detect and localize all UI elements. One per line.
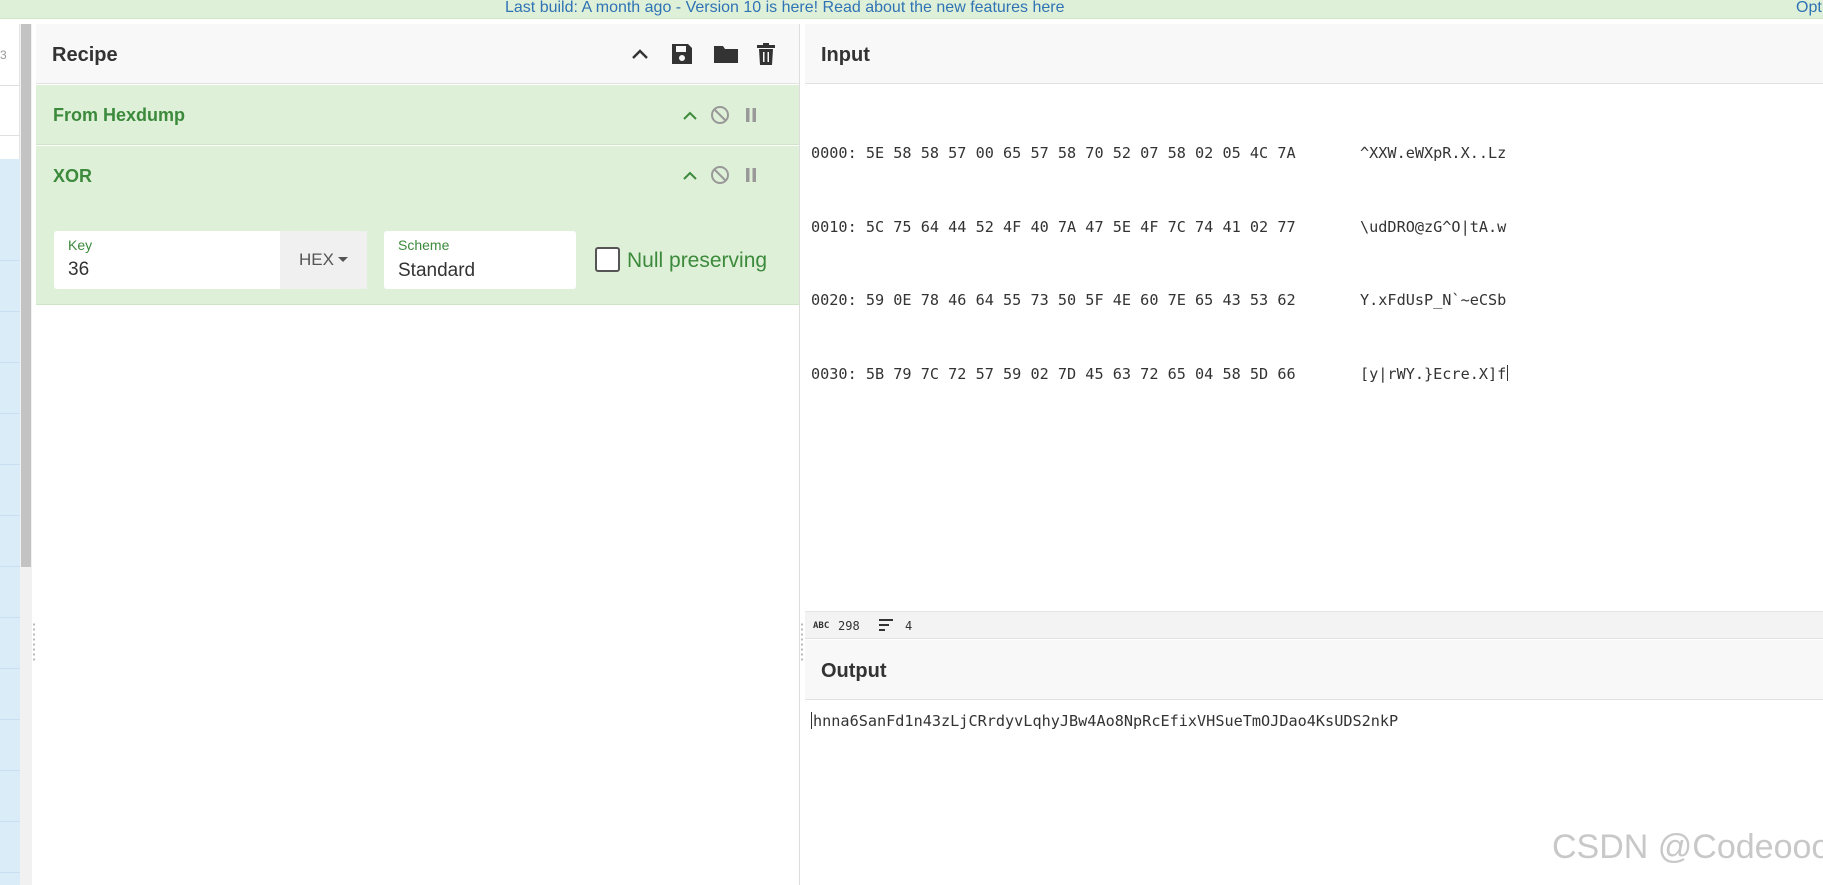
recipe-title: Recipe [52, 44, 118, 66]
null-preserving-checkbox[interactable] [595, 247, 620, 272]
collapse-all-icon[interactable] [628, 42, 652, 66]
disable-operation-icon[interactable] [709, 104, 731, 126]
notification-banner: Last build: A month ago - Version 10 is … [0, 0, 1823, 19]
input-ascii-line: ^XXW.eWXpR.X..Lz [1360, 144, 1507, 162]
scheme-label: Scheme [398, 237, 450, 253]
operations-count-partial: 3 [0, 48, 7, 62]
output-textarea[interactable]: hnna6SanFd1n43zLjCRrdyvLqhyJBw4Ao8NpRcEf… [811, 711, 1398, 731]
operations-pane-edge: 3 [0, 24, 20, 885]
output-title: Output [821, 660, 887, 682]
operations-scrollbar[interactable] [20, 24, 32, 885]
input-ascii-line: \udDRO@zG^O|tA.w [1360, 217, 1507, 236]
scheme-select[interactable]: Standard [398, 260, 475, 282]
save-icon[interactable] [670, 42, 694, 66]
banner-message-link[interactable]: Last build: A month ago - Version 10 is … [505, 0, 1064, 16]
recipe-header: Recipe [36, 24, 799, 84]
key-format-label: HEX [299, 250, 334, 269]
input-hex-line: 0000: 5E 58 58 57 00 65 57 58 70 52 07 5… [811, 144, 1296, 162]
load-folder-icon[interactable] [712, 42, 740, 66]
operations-search-edge[interactable] [0, 86, 20, 136]
breakpoint-icon[interactable] [740, 164, 762, 186]
lines-icon [879, 619, 893, 634]
output-header: Output [805, 640, 1823, 700]
operation-xor[interactable]: XOR Key 36 HEX Scheme Standard Null pres… [36, 146, 799, 305]
input-hex-line: 0030: 5B 79 7C 72 57 59 02 7D 45 63 72 6… [811, 364, 1296, 383]
key-label: Key [68, 237, 93, 253]
operation-title: XOR [53, 166, 93, 186]
input-hex-line: 0010: 5C 75 64 44 52 4F 40 7A 47 5E 4F 7… [811, 217, 1296, 236]
io-area: Input 0000: 5E 58 58 57 00 65 57 58 70 5… [805, 24, 1823, 885]
favourites-list-edge[interactable] [0, 159, 20, 885]
key-field[interactable]: Key 36 HEX [54, 231, 367, 289]
recipe-pane: Recipe From Hexdump XOR Key 36 HEX Schem… [36, 24, 800, 885]
null-preserving-label[interactable]: Null preserving [627, 249, 767, 273]
input-status-bar: ABC 298 4 [805, 611, 1823, 639]
scheme-field[interactable]: Scheme Standard [384, 231, 576, 289]
middle-gutter-handle[interactable] [800, 622, 804, 662]
operation-title: From Hexdump [53, 105, 186, 125]
key-format-dropdown[interactable]: HEX [280, 231, 367, 289]
input-textarea[interactable]: 0000: 5E 58 58 57 00 65 57 58 70 52 07 5… [811, 92, 1296, 435]
line-count: 4 [905, 619, 913, 633]
abc-icon: ABC [813, 621, 830, 631]
key-input[interactable]: 36 [68, 259, 89, 281]
breakpoint-icon[interactable] [740, 104, 762, 126]
collapse-operation-icon[interactable] [679, 104, 701, 126]
options-link[interactable]: Opt [1796, 0, 1822, 16]
input-title: Input [821, 44, 870, 66]
collapse-operation-icon[interactable] [679, 164, 701, 186]
trash-icon[interactable] [754, 42, 778, 66]
input-hex-line: 0020: 59 0E 78 46 64 55 73 50 5F 4E 60 7… [811, 291, 1296, 309]
char-count: 298 [838, 619, 860, 633]
input-ascii-line: [y|rWY.}Ecre.X]f [1360, 362, 1508, 387]
watermark: CSDN @Codeooo [1552, 828, 1823, 866]
input-ascii-column[interactable]: ^XXW.eWXpR.X..Lz \udDRO@zG^O|tA.w Y.xFdU… [1360, 92, 1508, 435]
input-ascii-line: Y.xFdUsP_N`~eCSb [1360, 291, 1507, 309]
scrollbar-thumb[interactable] [21, 24, 31, 567]
disable-operation-icon[interactable] [709, 164, 731, 186]
operations-header-edge: 3 [0, 24, 20, 86]
caret-down-icon [337, 257, 348, 262]
operation-from-hexdump[interactable]: From Hexdump [36, 85, 799, 145]
input-header: Input [805, 24, 1823, 84]
